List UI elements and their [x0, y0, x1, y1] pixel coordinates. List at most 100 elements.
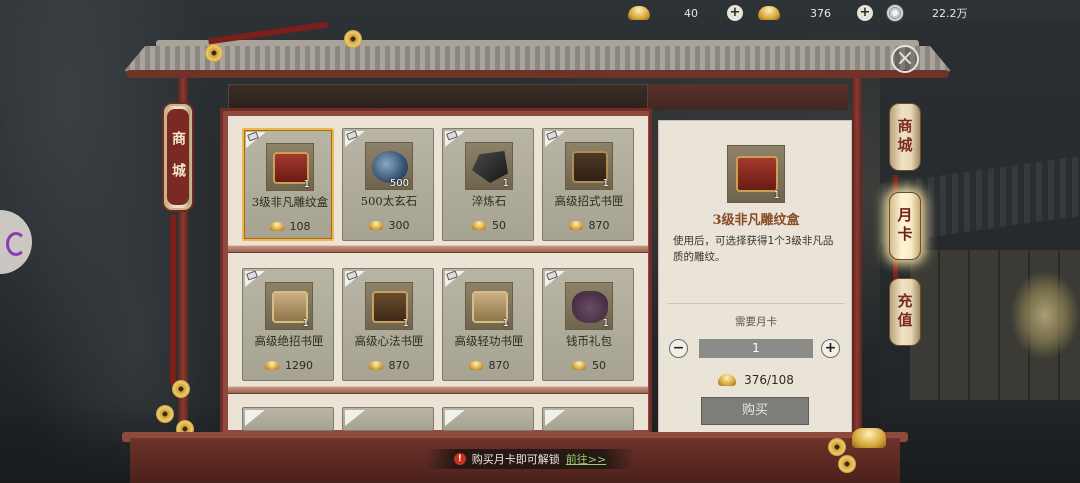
card-tag-icon [546, 270, 558, 281]
silver-ingot-icon [468, 361, 483, 370]
coin-decoration [172, 380, 190, 398]
item-price: 870 [443, 359, 535, 372]
tab-shop-label: 商城 [895, 118, 914, 156]
shop-item-card[interactable]: 1 高级轻功书匣 870 [442, 268, 534, 381]
shop-item-card-partial[interactable] [442, 407, 534, 431]
item-name: 钱币礼包 [566, 334, 612, 348]
book-chest-icon: 1 [265, 282, 313, 330]
tab-monthly-card-label: 月卡 [895, 207, 914, 245]
card-tag-icon [446, 270, 458, 281]
card-tag-icon [346, 270, 358, 281]
silver-ingot-icon [368, 361, 383, 370]
gold-currency-amount: 40 [684, 6, 698, 20]
item-name: 高级招式书匣 [554, 194, 624, 208]
item-name: 500太玄石 [360, 194, 418, 208]
card-tag-icon [346, 130, 358, 141]
shelf-divider [228, 386, 648, 394]
copper-coin-icon [886, 4, 904, 22]
shelf-divider [228, 245, 648, 253]
right-post [852, 78, 862, 438]
silver-ingot-icon [758, 4, 780, 22]
card-tag-icon [247, 131, 259, 142]
silver-ingot-icon [568, 221, 583, 230]
carving-box-icon: 1 [266, 143, 314, 191]
close-button[interactable]: × [891, 45, 919, 73]
refining-stone-icon: 1 [465, 142, 513, 190]
item-name: 高级绝招书匣 [254, 334, 324, 348]
shop-item-card[interactable]: 1 高级心法书匣 870 [342, 268, 434, 381]
warning-icon: ! [453, 453, 466, 465]
item-name: 淬炼石 [471, 194, 507, 208]
decrease-quantity-button[interactable]: − [669, 339, 688, 358]
card-tag-icon [446, 130, 458, 141]
quantity-stepper: − 1 + [669, 339, 845, 359]
shop-item-card-partial[interactable] [242, 407, 334, 431]
silver-ingot-icon [572, 361, 586, 370]
card-tag-icon [546, 130, 558, 141]
detail-description: 使用后，可选择获得1个3级非凡品质的雕纹。 [673, 235, 834, 263]
quantity-input[interactable]: 1 [699, 339, 813, 358]
add-silver-button[interactable]: + [857, 4, 873, 22]
coin-decoration [838, 455, 856, 473]
coin-decoration [156, 405, 174, 423]
purchase-cost: 376/108 [659, 373, 853, 387]
item-price: 50 [543, 359, 635, 372]
item-price: 1290 [243, 359, 335, 372]
shop-sign-tag: 商城 [162, 102, 194, 212]
item-price: 870 [543, 219, 635, 232]
item-price: 108 [244, 220, 336, 233]
shop-item-card[interactable]: 1 淬炼石 50 [442, 128, 534, 241]
card-tag-icon [246, 270, 258, 281]
increase-quantity-button[interactable]: + [821, 339, 840, 358]
carving-box-icon: 1 [727, 145, 785, 203]
silver-ingot-icon [269, 222, 284, 231]
gold-ingot-icon [628, 4, 650, 22]
mystic-stone-icon: 500 [365, 142, 413, 190]
shop-item-card[interactable]: 500 500太玄石 300 [342, 128, 434, 241]
shop-sign-label: 商城 [167, 109, 189, 205]
tab-recharge-label: 充值 [895, 293, 914, 331]
item-name: 高级轻功书匣 [454, 334, 524, 348]
shop-item-card-partial[interactable] [542, 407, 634, 431]
shop-item-card[interactable]: 1 3级非凡雕纹盒 108 [242, 128, 334, 241]
go-to-link[interactable]: 前往>> [566, 451, 606, 467]
book-chest-icon: 1 [565, 142, 613, 190]
coin-decoration [205, 44, 223, 62]
add-gold-button[interactable]: + [727, 4, 743, 22]
shop-item-card[interactable]: 1 高级招式书匣 870 [542, 128, 634, 241]
unlock-hint-text: 购买月卡即可解锁 [471, 453, 560, 466]
plus-icon: + [824, 340, 837, 356]
shop-item-card[interactable]: 1 高级绝招书匣 1290 [242, 268, 334, 381]
item-name: 3级非凡雕纹盒 [251, 195, 329, 209]
roof-beam-right [648, 84, 848, 110]
ribbon-decoration [170, 215, 176, 385]
buy-button[interactable]: 购买 [701, 397, 809, 425]
silver-currency-amount: 376 [810, 6, 831, 20]
silver-ingot-icon [718, 374, 737, 386]
silver-ingot-icon [265, 361, 279, 370]
gold-ingot-decoration [852, 428, 886, 448]
book-chest-icon: 1 [465, 282, 513, 330]
coin-pouch-icon: 1 [565, 282, 613, 330]
detail-title: 3级非凡雕纹盒 [712, 213, 800, 228]
copper-currency-amount: 22.2万 [932, 7, 968, 20]
item-price: 300 [343, 219, 435, 232]
shop-item-card-partial[interactable] [342, 407, 434, 431]
item-price: 870 [343, 359, 435, 372]
silver-ingot-icon [368, 221, 383, 230]
tab-monthly-card[interactable]: 月卡 [889, 192, 921, 260]
shop-item-card[interactable]: 1 钱币礼包 50 [542, 268, 634, 381]
tab-shop[interactable]: 商城 [889, 103, 921, 171]
coin-decoration [344, 30, 362, 48]
requirement-text: 需要月卡 [735, 316, 777, 328]
roof-beam [228, 84, 648, 110]
unlock-hint-bar: ! 购买月卡即可解锁 前往>> [425, 449, 635, 469]
item-price: 50 [443, 219, 535, 232]
shop-roof [120, 40, 955, 86]
close-icon: × [895, 46, 915, 71]
item-name: 高级心法书匣 [354, 334, 424, 348]
game-shop-screen: { "currencies": [ {"icon": "gold-ingot-i… [0, 0, 1080, 483]
coin-decoration [828, 438, 846, 456]
item-detail-panel: 1 3级非凡雕纹盒 使用后，可选择获得1个3级非凡品质的雕纹。 需要月卡 − 1… [658, 120, 852, 442]
tab-recharge[interactable]: 充值 [889, 278, 921, 346]
